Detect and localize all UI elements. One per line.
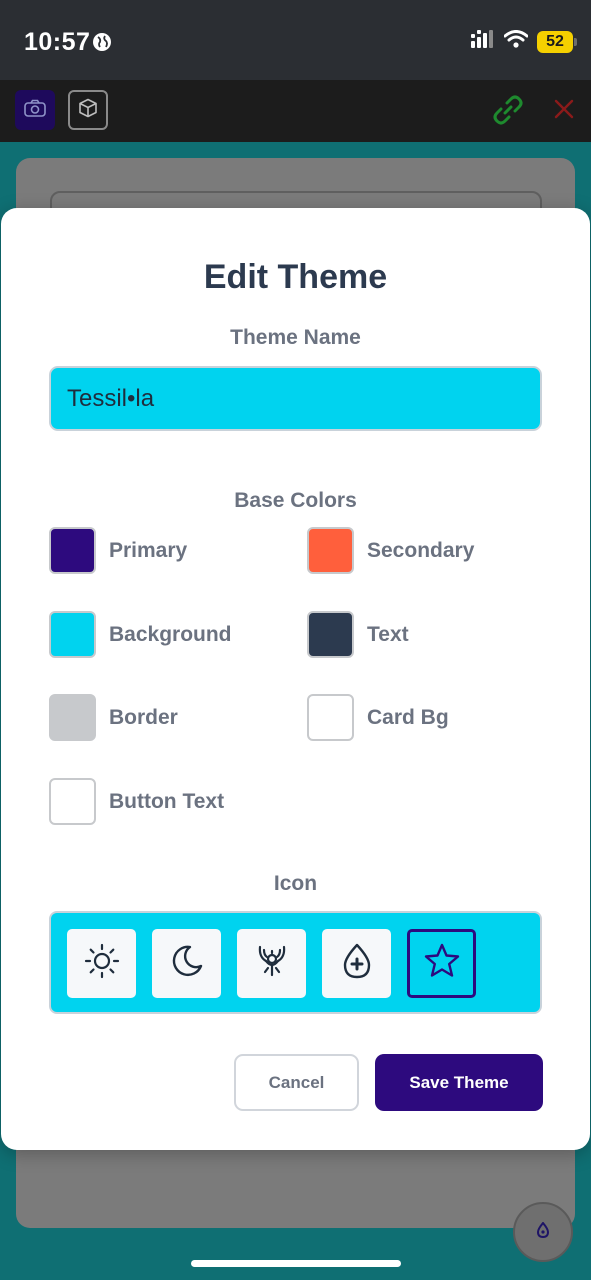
color-option-primary[interactable]: Primary [49, 527, 187, 574]
color-option-card-bg[interactable]: Card Bg [307, 694, 449, 741]
wifi-icon [503, 30, 529, 53]
color-label-secondary: Secondary [367, 538, 475, 562]
cellular-signal-icon [471, 30, 495, 53]
cube-button[interactable] [68, 90, 108, 130]
sun-icon [83, 942, 121, 985]
globe-icon [92, 32, 112, 57]
color-option-secondary[interactable]: Secondary [307, 527, 474, 574]
cancel-button[interactable]: Cancel [234, 1054, 359, 1111]
save-theme-button[interactable]: Save Theme [375, 1054, 543, 1111]
icon-option-ornament[interactable] [237, 929, 306, 998]
home-indicator [191, 1260, 401, 1267]
icon-option-sun[interactable] [67, 929, 136, 998]
modal-title: Edit Theme [203, 258, 388, 296]
color-label-text: Text [367, 622, 409, 646]
color-option-border[interactable]: Border [49, 694, 178, 741]
color-label-primary: Primary [109, 538, 188, 562]
color-swatch-card-bg[interactable] [307, 694, 354, 741]
cube-icon [78, 98, 98, 123]
icon-label: Icon [273, 872, 318, 895]
color-swatch-secondary[interactable] [307, 527, 354, 574]
battery-indicator: 52 [537, 30, 577, 53]
status-bar: 10:57 52 [0, 0, 591, 80]
color-swatch-border[interactable] [49, 694, 96, 741]
icon-picker [49, 911, 542, 1014]
floating-action-button[interactable] [513, 1202, 573, 1262]
close-icon[interactable] [553, 98, 575, 125]
app-toolbar [0, 80, 591, 142]
color-option-background[interactable]: Background [49, 611, 232, 658]
color-swatch-button-text[interactable] [49, 778, 96, 825]
base-colors-label: Base Colors [234, 489, 357, 512]
color-label-card-bg: Card Bg [367, 705, 449, 729]
ornament-icon [252, 941, 292, 986]
color-label-button-text: Button Text [109, 789, 225, 813]
color-swatch-primary[interactable] [49, 527, 96, 574]
star-icon [423, 942, 461, 985]
drop-icon [536, 1220, 550, 1243]
moon-icon [168, 942, 206, 985]
status-time: 10:57 [24, 28, 91, 56]
color-option-text[interactable]: Text [307, 611, 409, 658]
link-icon[interactable] [490, 92, 526, 133]
theme-name-input[interactable] [49, 366, 542, 431]
icon-option-star[interactable] [407, 929, 476, 998]
camera-button[interactable] [15, 90, 55, 130]
color-swatch-background[interactable] [49, 611, 96, 658]
theme-name-label: Theme Name [230, 326, 361, 349]
color-option-button-text[interactable]: Button Text [49, 778, 224, 825]
icon-option-moon[interactable] [152, 929, 221, 998]
icon-option-drop[interactable] [322, 929, 391, 998]
color-label-background: Background [109, 622, 232, 646]
edit-theme-modal: Edit Theme Theme Name Base Colors Primar… [1, 208, 590, 1150]
camera-icon [24, 99, 46, 122]
color-swatch-text[interactable] [307, 611, 354, 658]
color-label-border: Border [109, 705, 178, 729]
drop-icon [339, 942, 375, 985]
